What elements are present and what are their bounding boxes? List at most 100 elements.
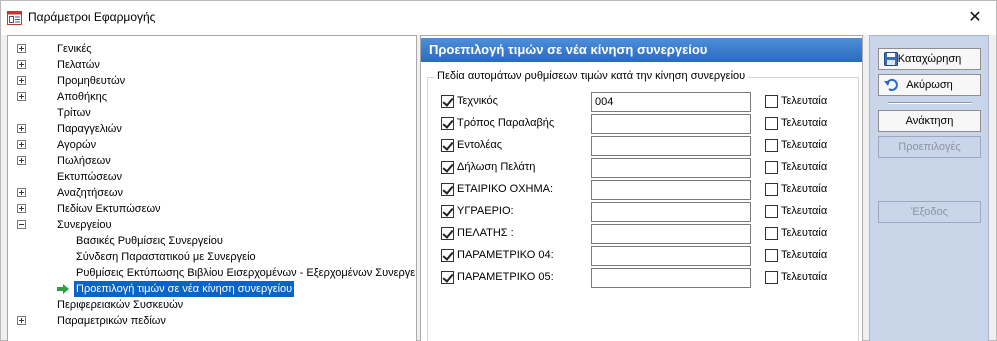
tree-item[interactable]: Πελατών bbox=[8, 57, 416, 73]
tree-item[interactable]: Πεδίων Εκτυπώσεων bbox=[8, 201, 416, 217]
field-enable-checkbox[interactable] bbox=[441, 139, 454, 152]
cancel-button[interactable]: Ακύρωση bbox=[878, 74, 981, 96]
separator bbox=[888, 102, 972, 104]
fields-groupbox: Πεδία αυτομάτων ρυθμίσεων τιμών κατά την… bbox=[427, 70, 859, 341]
last-value-label: Τελευταία bbox=[781, 161, 828, 173]
defaults-button[interactable]: Προεπιλογές bbox=[878, 136, 981, 158]
tree-item-label: Αναζητήσεων bbox=[57, 187, 124, 199]
field-label: Εντολέας bbox=[457, 139, 502, 151]
tree-item[interactable]: Γενικές bbox=[8, 41, 416, 57]
settings-tree[interactable]: Γενικές Πελατών Προμηθευτών Αποθήκης Τρίτων Π… bbox=[7, 35, 417, 341]
collapse-icon[interactable] bbox=[17, 220, 26, 229]
expand-icon[interactable] bbox=[17, 140, 26, 149]
tree-item[interactable]: Προμηθευτών bbox=[8, 73, 416, 89]
button-panel: Καταχώρηση Ακύρωση Ανάκτηση Προεπιλογές … bbox=[869, 35, 989, 341]
tree-item-label: Τρίτων bbox=[57, 107, 91, 119]
tree-item-label: Σύνδεση Παραστατικού με Συνεργείο bbox=[76, 251, 256, 263]
last-value-checkbox[interactable] bbox=[765, 205, 778, 218]
tree-item[interactable]: Παραγγελιών bbox=[8, 121, 416, 137]
expand-icon[interactable] bbox=[17, 60, 26, 69]
cancel-label: Ακύρωση bbox=[906, 79, 953, 91]
last-value-checkbox[interactable] bbox=[765, 183, 778, 196]
field-enable-checkbox[interactable] bbox=[441, 227, 454, 240]
last-value-checkbox[interactable] bbox=[765, 161, 778, 174]
tree-item[interactable]: Προεπιλογή τιμών σε νέα κίνηση συνεργείο… bbox=[8, 281, 416, 297]
tree-item-label: Εκτυπώσεων bbox=[57, 171, 123, 183]
tree-item[interactable]: Σύνδεση Παραστατικού με Συνεργείο bbox=[8, 249, 416, 265]
field-value-input[interactable] bbox=[591, 180, 751, 200]
field-enable-checkbox[interactable] bbox=[441, 271, 454, 284]
field-enable-checkbox[interactable] bbox=[441, 95, 454, 108]
field-row: Εντολέας Τελευταία bbox=[428, 136, 858, 156]
tree-item[interactable]: Τρίτων bbox=[8, 105, 416, 121]
last-value-checkbox[interactable] bbox=[765, 249, 778, 262]
field-value-input[interactable] bbox=[591, 92, 751, 112]
expand-icon[interactable] bbox=[17, 188, 26, 197]
tree-item[interactable]: Ρυθμίσεις Εκτύπωσης Βιβλίου Εισερχομένων… bbox=[8, 265, 416, 281]
tree-item[interactable]: Παραμετρικών πεδίων bbox=[8, 313, 416, 329]
field-row: Δήλωση Πελάτη Τελευταία bbox=[428, 158, 858, 178]
group-title: Πεδία αυτομάτων ρυθμίσεων τιμών κατά την… bbox=[434, 70, 749, 82]
last-value-label: Τελευταία bbox=[781, 117, 828, 129]
field-label: ΕΤΑΙΡΙΚΟ ΟΧΗΜΑ: bbox=[457, 183, 554, 195]
tree-item[interactable]: Συνεργείου bbox=[8, 217, 416, 233]
tree-item-label: Προεπιλογή τιμών σε νέα κίνηση συνεργείο… bbox=[74, 281, 295, 297]
field-enable-checkbox[interactable] bbox=[441, 183, 454, 196]
last-value-checkbox[interactable] bbox=[765, 117, 778, 130]
field-enable-checkbox[interactable] bbox=[441, 205, 454, 218]
parameters-window: Παράμετροι Εφαρμογής ✕ Γενικές Πελατών Προ… bbox=[0, 0, 997, 341]
window-title: Παράμετροι Εφαρμογής bbox=[28, 10, 156, 24]
tree-item-label: Πεδίων Εκτυπώσεων bbox=[57, 203, 161, 215]
refresh-button[interactable]: Ανάκτηση bbox=[878, 110, 981, 132]
tree-item[interactable]: Πωλήσεων bbox=[8, 153, 416, 169]
tree-item[interactable]: Βασικές Ρυθμίσεις Συνεργείου bbox=[8, 233, 416, 249]
field-label: ΠΑΡΑΜΕΤΡΙΚΟ 05: bbox=[457, 271, 554, 283]
last-value-checkbox[interactable] bbox=[765, 227, 778, 240]
field-value-input[interactable] bbox=[591, 268, 751, 288]
tree-item[interactable]: Αποθήκης bbox=[8, 89, 416, 105]
field-value-input[interactable] bbox=[591, 136, 751, 156]
last-value-checkbox[interactable] bbox=[765, 139, 778, 152]
last-value-label: Τελευταία bbox=[781, 249, 828, 261]
expand-icon[interactable] bbox=[17, 92, 26, 101]
expand-icon[interactable] bbox=[17, 204, 26, 213]
tree-item[interactable]: Αγορών bbox=[8, 137, 416, 153]
arrow-right-icon bbox=[57, 284, 69, 294]
tree-item[interactable]: Αναζητήσεων bbox=[8, 185, 416, 201]
tree-item[interactable]: Περιφερειακών Συσκευών bbox=[8, 297, 416, 313]
exit-button[interactable]: Έξοδος bbox=[878, 201, 981, 223]
app-icon bbox=[7, 11, 22, 25]
field-row: ΠΑΡΑΜΕΤΡΙΚΟ 05: Τελευταία bbox=[428, 268, 858, 288]
field-value-input[interactable] bbox=[591, 158, 751, 178]
field-row: ΠΕΛΑΤΗΣ : Τελευταία bbox=[428, 224, 858, 244]
expand-icon[interactable] bbox=[17, 316, 26, 325]
field-value-input[interactable] bbox=[591, 246, 751, 266]
tree-item-label: Αποθήκης bbox=[57, 91, 108, 103]
expand-icon[interactable] bbox=[17, 44, 26, 53]
content-panel: Προεπιλογή τιμών σε νέα κίνηση συνεργείο… bbox=[420, 35, 863, 341]
last-value-label: Τελευταία bbox=[781, 139, 828, 151]
save-button[interactable]: Καταχώρηση bbox=[878, 48, 981, 70]
tree-item-label: Γενικές bbox=[57, 43, 92, 55]
last-value-checkbox[interactable] bbox=[765, 271, 778, 284]
undo-icon bbox=[884, 78, 898, 91]
expand-icon[interactable] bbox=[17, 76, 26, 85]
field-row: ΠΑΡΑΜΕΤΡΙΚΟ 04: Τελευταία bbox=[428, 246, 858, 266]
field-row: ΥΓΡΑΕΡΙΟ: Τελευταία bbox=[428, 202, 858, 222]
field-value-input[interactable] bbox=[591, 202, 751, 222]
close-button[interactable]: ✕ bbox=[962, 7, 988, 29]
tree-item-label: Παραμετρικών πεδίων bbox=[57, 315, 166, 327]
field-enable-checkbox[interactable] bbox=[441, 249, 454, 262]
field-value-input[interactable] bbox=[591, 224, 751, 244]
last-value-label: Τελευταία bbox=[781, 271, 828, 283]
field-enable-checkbox[interactable] bbox=[441, 117, 454, 130]
section-header: Προεπιλογή τιμών σε νέα κίνηση συνεργείο… bbox=[421, 38, 862, 62]
field-enable-checkbox[interactable] bbox=[441, 161, 454, 174]
last-value-label: Τελευταία bbox=[781, 183, 828, 195]
save-label: Καταχώρηση bbox=[897, 53, 962, 65]
expand-icon[interactable] bbox=[17, 156, 26, 165]
field-value-input[interactable] bbox=[591, 114, 751, 134]
expand-icon[interactable] bbox=[17, 124, 26, 133]
tree-item[interactable]: Εκτυπώσεων bbox=[8, 169, 416, 185]
last-value-checkbox[interactable] bbox=[765, 95, 778, 108]
